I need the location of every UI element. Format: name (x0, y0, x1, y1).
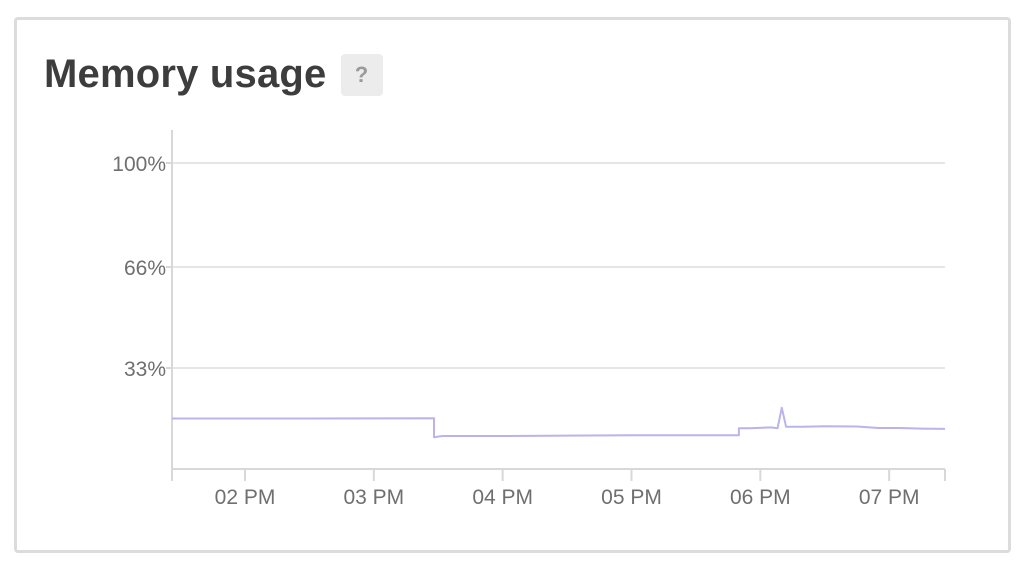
tick-labels: 100% 66% 33% 02 PM 03 PM 04 PM 05 PM 06 PM 07 PM (112, 153, 919, 509)
grid-lines (172, 162, 945, 370)
x-tick-label: 07 PM (859, 486, 920, 509)
memory-series-line (172, 406, 946, 439)
x-tick-label: 04 PM (472, 486, 533, 509)
axes (166, 130, 946, 481)
x-tick-label: 06 PM (730, 486, 791, 509)
y-tick-label: 100% (112, 153, 166, 176)
series-layer (172, 406, 946, 439)
y-tick-label: 33% (124, 358, 166, 381)
y-tick-label: 66% (124, 257, 166, 280)
memory-usage-chart: 100% 66% 33% 02 PM 03 PM 04 PM 05 PM 06 PM 07 PM (112, 130, 946, 509)
x-tick-label: 03 PM (343, 486, 404, 509)
x-tick-label: 05 PM (601, 486, 662, 509)
x-tick-label: 02 PM (215, 486, 276, 509)
